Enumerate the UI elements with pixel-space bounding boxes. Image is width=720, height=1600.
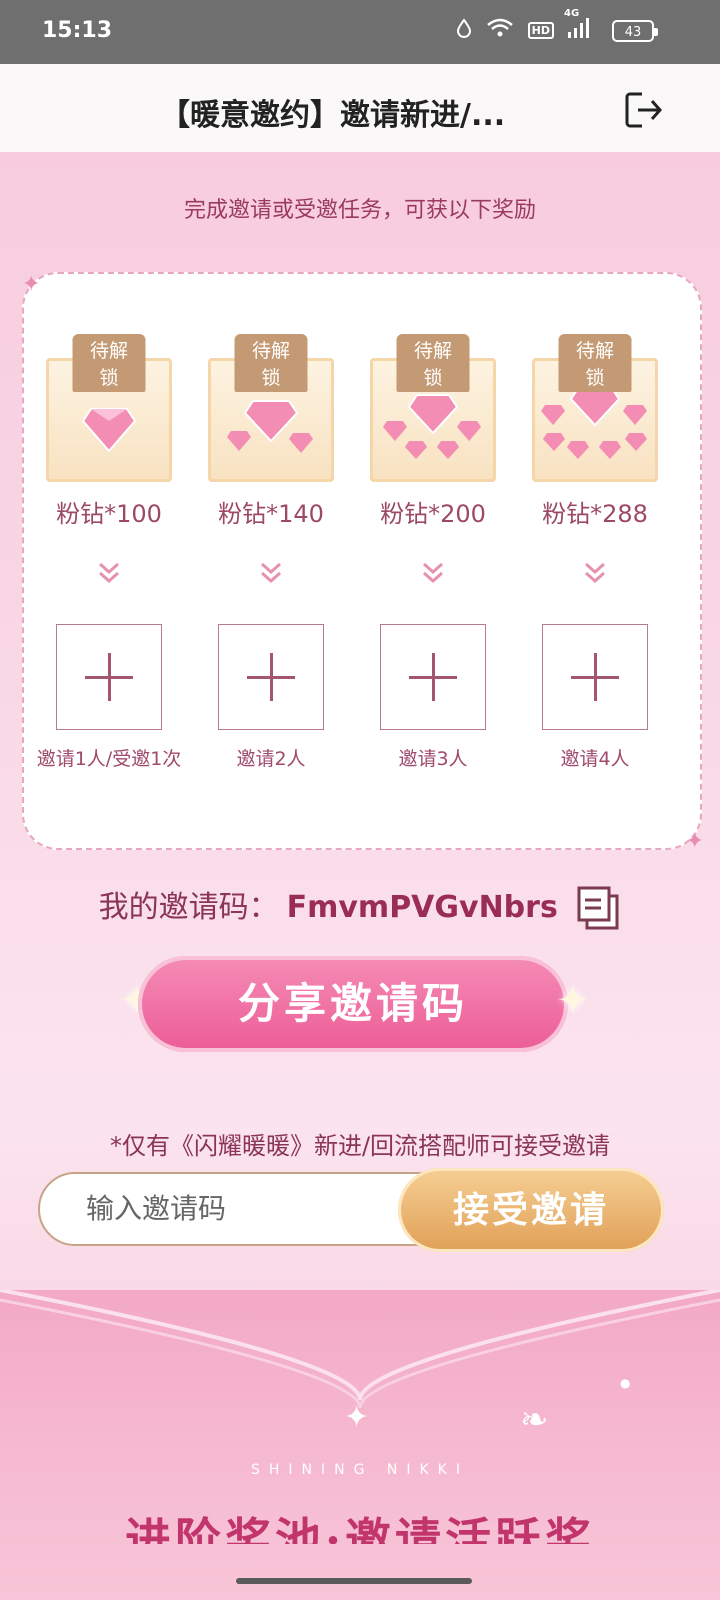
wifi-icon: [486, 18, 514, 42]
reward-label: 粉钻*100: [56, 500, 162, 528]
locked-badge: 待解锁: [234, 334, 308, 392]
title-bar: 【暖意邀约】邀请新进/...: [0, 64, 720, 152]
sparkle-icon: ✦: [556, 978, 590, 1024]
reward-subtitle: 完成邀请或受邀任务，可获以下奖励: [183, 198, 536, 223]
invite-slot[interactable]: [56, 624, 162, 730]
locked-badge: 待解锁: [396, 334, 470, 392]
invite-slot[interactable]: [542, 624, 648, 730]
sparkle-icon: ●: [620, 1376, 631, 1390]
signal-icon: 4G: [564, 8, 590, 42]
chevron-down-icon: [585, 562, 605, 584]
invite-code-label: 我的邀请码：: [98, 890, 279, 925]
eligibility-notice: *仅有《闪耀暖暖》新进/回流搭配师可接受邀请: [109, 1132, 611, 1160]
page-title: 【暖意邀约】邀请新进/...: [160, 98, 506, 133]
task-label: 邀请2人: [236, 748, 306, 770]
task-label: 邀请4人: [560, 748, 630, 770]
locked-badge: 待解锁: [558, 334, 632, 392]
home-indicator[interactable]: [236, 1578, 472, 1584]
accept-invite-button[interactable]: 接受邀请: [398, 1168, 664, 1252]
chevron-down-icon: [423, 562, 443, 584]
task-label: 邀请3人: [398, 748, 468, 770]
sparkle-icon: ✦: [685, 829, 704, 854]
bottom-banner: ✦ ❧ ●: [0, 1290, 720, 1600]
locked-badge: 待解锁: [72, 334, 146, 392]
logout-icon: [625, 92, 663, 128]
copy-icon[interactable]: [577, 886, 621, 932]
drop-icon: [456, 18, 472, 42]
chevron-down-icon: [99, 562, 119, 584]
status-bar: 15:13 HD 4G 43: [0, 0, 720, 64]
share-invite-code-button[interactable]: 分享邀请码: [138, 956, 568, 1052]
hd-badge: HD: [527, 21, 554, 39]
exit-button[interactable]: [620, 86, 668, 134]
invite-code-row: 我的邀请码： FmvmPVGvNbrs: [0, 882, 720, 932]
sparkle-icon: ✦: [22, 272, 41, 297]
reward-label: 粉钻*200: [380, 500, 486, 528]
reward-label: 粉钻*288: [542, 500, 648, 528]
reward-panel: ✦ ✦ 待解锁 粉钻*100 邀请1人/受邀1次 待解锁 粉钻*140 邀请2人: [22, 272, 704, 854]
banner-title: 进阶奖池·邀请活跃奖: [124, 1513, 595, 1544]
reward-label: 粉钻*140: [218, 500, 324, 528]
chevron-down-icon: [261, 562, 281, 584]
status-icons: HD 4G: [456, 8, 590, 42]
invite-code-value: FmvmPVGvNbrs: [286, 890, 558, 925]
invite-slot[interactable]: [218, 624, 324, 730]
network-label: 4G: [564, 8, 580, 19]
battery-indicator: 43: [612, 20, 658, 42]
status-time: 15:13: [42, 18, 113, 43]
task-label: 邀请1人/受邀1次: [36, 748, 182, 770]
invite-slot[interactable]: [380, 624, 486, 730]
invite-code-input[interactable]: 输入邀请码: [38, 1172, 458, 1246]
bird-icon: ❧: [520, 1400, 549, 1440]
star-icon: ✦: [344, 1400, 370, 1435]
brand-watermark: SHINING NIKKI: [250, 1462, 469, 1478]
